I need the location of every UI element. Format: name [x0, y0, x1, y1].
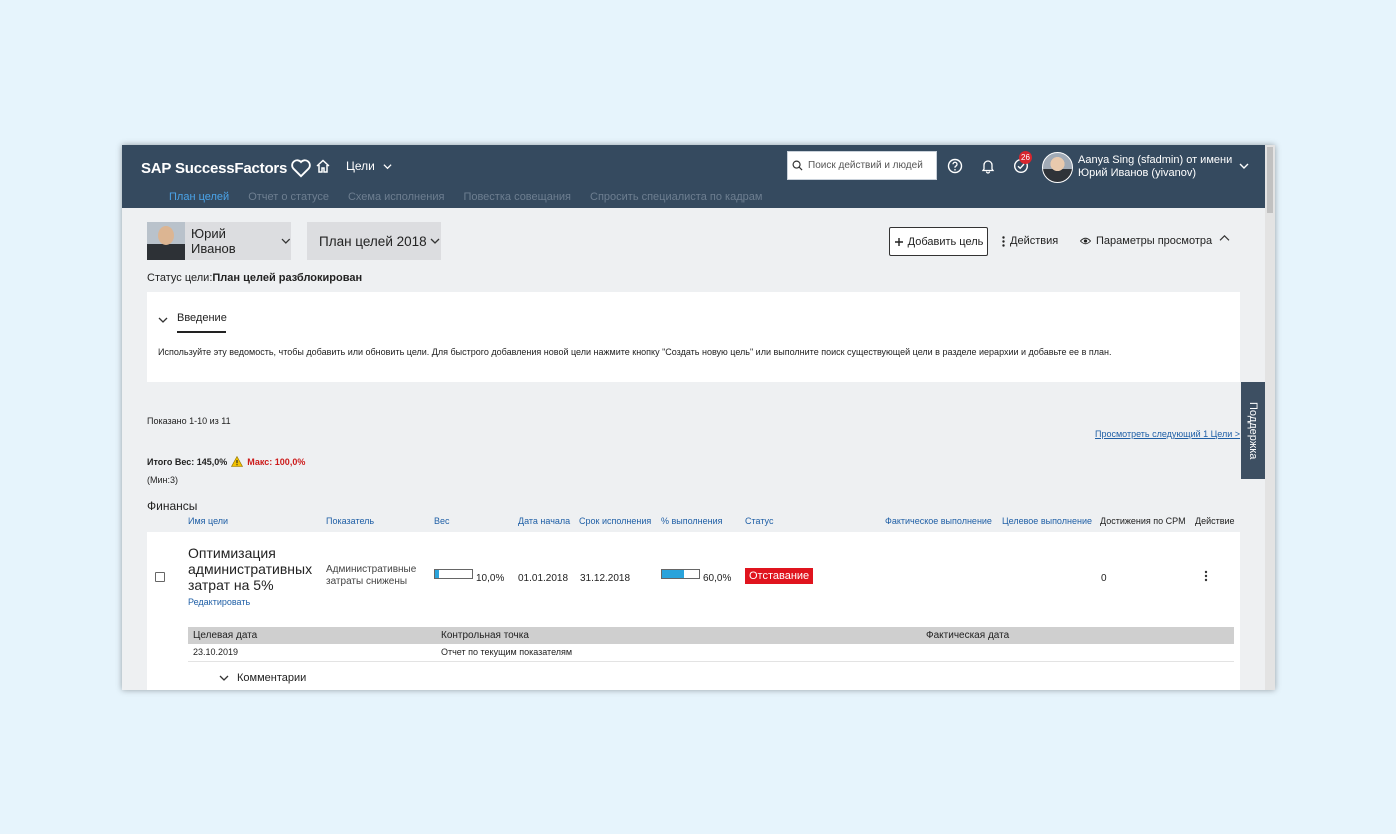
warning-icon — [231, 456, 244, 467]
user-line-2: Юрий Иванов (yivanov) — [1078, 167, 1197, 179]
section-title: Финансы — [147, 499, 198, 513]
goal-completion: 60,0% — [703, 573, 732, 584]
search-input[interactable] — [808, 160, 933, 171]
col-weight[interactable]: Вес — [434, 516, 450, 526]
col-metric[interactable]: Показатель — [326, 516, 374, 526]
weight-bar-fill — [435, 570, 439, 578]
col-goal-name[interactable]: Имя цели — [188, 516, 228, 526]
notification-badge: 26 — [1019, 151, 1032, 164]
plan-selector[interactable]: План целей 2018 — [307, 222, 441, 260]
scrollbar-thumb[interactable] — [1267, 147, 1273, 213]
pagination-info: Показано 1-10 из 11 — [147, 416, 231, 426]
goal-due-date: 31.12.2018 — [580, 573, 631, 584]
chevron-down-icon — [430, 238, 440, 244]
completion-bar-fill — [662, 570, 685, 578]
goal-checkbox[interactable] — [155, 572, 165, 582]
comments-toggle[interactable]: Комментарии — [219, 672, 306, 684]
comments-label: Комментарии — [237, 672, 307, 684]
view-options-label: Параметры просмотра — [1096, 235, 1213, 247]
col-action: Действие — [1195, 516, 1235, 526]
next-goals-link[interactable]: Просмотреть следующий 1 Цели > — [1095, 429, 1240, 439]
sub-navigation: План целей Отчет о статусе Схема исполне… — [169, 191, 762, 203]
goal-row: Оптимизация административных затрат на 5… — [147, 532, 1240, 690]
col-status[interactable]: Статус — [745, 516, 773, 526]
tab-status-report[interactable]: Отчет о статусе — [248, 191, 329, 203]
edit-link[interactable]: Редактировать — [188, 597, 250, 607]
add-goal-button[interactable]: Добавить цель — [889, 227, 988, 256]
brand-name: SAP SuccessFactors — [141, 159, 288, 177]
milestone-header: Целевая дата Контрольная точка Фактическ… — [188, 627, 1234, 644]
bell-icon[interactable] — [980, 158, 996, 174]
home-icon[interactable] — [315, 158, 331, 174]
chevron-down-icon — [219, 675, 229, 681]
search-icon — [792, 160, 803, 171]
chevron-down-icon — [383, 163, 392, 169]
col-cpm: Достижения по CPM — [1100, 516, 1186, 526]
plus-icon — [894, 237, 903, 246]
employee-photo — [147, 222, 185, 260]
module-switcher[interactable]: Цели — [346, 159, 392, 173]
goal-status-label: Статус цели: — [147, 272, 213, 284]
intro-panel: Введение Используйте эту ведомость, чтоб… — [147, 292, 1240, 382]
plan-name: План целей 2018 — [319, 233, 427, 249]
ms-col-checkpoint: Контрольная точка — [441, 630, 529, 641]
ms-col-actual-date: Фактическая дата — [926, 630, 1010, 641]
chevron-down-icon — [281, 238, 291, 244]
tab-execution-map[interactable]: Схема исполнения — [348, 191, 444, 203]
completion-bar — [661, 569, 700, 579]
search-box[interactable] — [787, 151, 937, 180]
eye-icon — [1080, 237, 1091, 245]
avatar[interactable] — [1042, 152, 1073, 183]
employee-selector[interactable]: Юрий Иванов — [185, 222, 291, 260]
milestone-row: 23.10.2019 Отчет по текущим показателям — [188, 644, 1234, 662]
add-goal-label: Добавить цель — [907, 235, 984, 248]
intro-tab[interactable]: Введение — [177, 312, 227, 333]
col-completion[interactable]: % выполнения — [661, 516, 723, 526]
col-target[interactable]: Целевое выполнение — [1002, 516, 1092, 526]
min-count: (Мин:3) — [147, 475, 178, 485]
goal-start-date: 01.01.2018 — [518, 573, 569, 584]
scrollbar-track[interactable] — [1265, 145, 1275, 690]
more-vertical-icon[interactable] — [1204, 570, 1208, 582]
intro-text: Используйте эту ведомость, чтобы добавит… — [158, 347, 1112, 357]
weight-bar — [434, 569, 473, 579]
chevron-down-icon[interactable] — [158, 315, 168, 325]
goal-metric: Административные затраты снижены — [326, 564, 417, 587]
col-start-date[interactable]: Дата начала — [518, 516, 570, 526]
goal-status-value: План целей разблокирован — [212, 272, 363, 284]
app-window: SAP SuccessFactors Цели 26 Aanya Sing (s… — [122, 145, 1275, 690]
tab-goal-plan[interactable]: План целей — [169, 191, 229, 203]
goal-name: Оптимизация административных затрат на 5… — [188, 545, 313, 593]
view-options-button[interactable]: Параметры просмотра — [1080, 235, 1212, 247]
max-weight: Макс: 100,0% — [247, 456, 306, 467]
actions-label: Действия — [1010, 235, 1059, 247]
ms-col-target-date: Целевая дата — [193, 630, 258, 641]
goal-weight: 10,0% — [476, 573, 505, 584]
user-menu[interactable]: Aanya Sing (sfadmin) от имени Юрий Ивано… — [1078, 154, 1238, 180]
support-tab[interactable]: Поддержка — [1241, 382, 1265, 479]
help-icon[interactable] — [947, 158, 963, 174]
top-bar: SAP SuccessFactors Цели 26 Aanya Sing (s… — [122, 145, 1265, 208]
module-label: Цели — [346, 159, 375, 173]
col-actual[interactable]: Фактическое выполнение — [885, 516, 992, 526]
chevron-up-icon[interactable] — [1219, 234, 1230, 243]
ms-target-date: 23.10.2019 — [193, 647, 239, 657]
col-due-date[interactable]: Срок исполнения — [579, 516, 651, 526]
ms-checkpoint: Отчет по текущим показателям — [441, 647, 573, 657]
actions-button[interactable]: Действия — [1002, 235, 1058, 247]
tab-ask-hr[interactable]: Спросить специалиста по кадрам — [590, 191, 762, 203]
heart-icon — [291, 159, 311, 178]
goal-status-line: Статус цели:План целей разблокирован — [147, 272, 362, 284]
total-weight-value: Итого Вес: 145,0% — [147, 456, 228, 467]
more-vertical-icon — [1002, 235, 1005, 247]
employee-name: Юрий Иванов — [191, 226, 236, 256]
brand-logo[interactable]: SAP SuccessFactors — [141, 158, 312, 178]
total-weight: Итого Вес: 145,0% Макс: 100,0% — [147, 456, 305, 467]
goal-cpm: 0 — [1101, 573, 1107, 584]
status-badge: Отставание — [745, 568, 814, 584]
user-line-1: Aanya Sing (sfadmin) от имени — [1078, 154, 1233, 166]
chevron-down-icon[interactable] — [1239, 161, 1249, 171]
tab-meeting-agenda[interactable]: Повестка совещания — [463, 191, 571, 203]
